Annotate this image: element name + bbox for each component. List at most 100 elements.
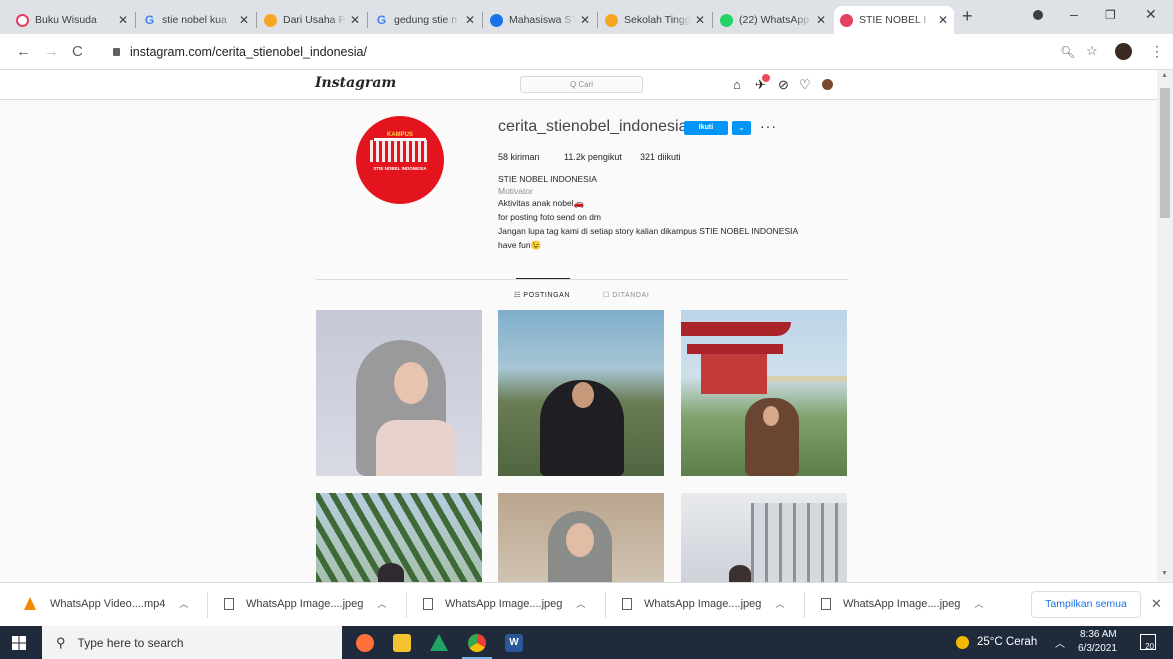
close-tab-icon[interactable]: ✕ — [695, 13, 705, 27]
notification-count: 20 — [1145, 642, 1154, 651]
person-face — [572, 382, 594, 408]
post-thumbnail[interactable] — [498, 310, 664, 476]
close-tab-icon[interactable]: ✕ — [938, 13, 948, 27]
close-window-button[interactable]: ✕ — [1145, 6, 1157, 23]
post-thumbnail[interactable] — [316, 493, 482, 582]
profile-avatar[interactable] — [1115, 43, 1132, 60]
browser-tab[interactable]: G stie nobel kua ✕ — [137, 6, 255, 34]
scrollbar-thumb[interactable] — [1160, 88, 1170, 218]
instagram-header: Instagram Q Cari ⌂ ✈ ⊘ ♡ — [0, 70, 1157, 100]
chevron-up-icon[interactable]: ︿ — [775, 597, 784, 610]
download-item[interactable]: WhatsApp Image....jpeg ︿ — [224, 597, 386, 610]
download-filename: WhatsApp Video....mp4 — [50, 597, 166, 610]
taskbar-search-box[interactable]: ⚲ Type here to search — [42, 626, 342, 659]
browser-tab[interactable]: Sekolah Tingg ✕ — [599, 6, 711, 34]
tab-title: (22) WhatsApp — [739, 14, 810, 26]
instagram-logo[interactable]: Instagram — [315, 75, 396, 91]
tab-title: Sekolah Tingg — [624, 14, 691, 26]
suggestions-dropdown-button[interactable]: ⌄ — [732, 121, 751, 135]
download-item[interactable]: WhatsApp Image....jpeg ︿ — [423, 597, 585, 610]
url-text: instagram.com/cerita_stienobel_indonesia… — [130, 45, 367, 59]
pagoda-roof — [687, 344, 783, 354]
close-downloads-icon[interactable]: ✕ — [1151, 596, 1162, 612]
tab-favicon-icon — [490, 13, 503, 27]
follow-button[interactable]: Ikuti — [684, 121, 728, 135]
explore-compass-icon[interactable]: ⊘ — [778, 77, 789, 93]
url-field[interactable]: instagram.com/cerita_stienobel_indonesia… — [105, 40, 1135, 64]
profile-avatar-small[interactable] — [822, 79, 833, 90]
chevron-up-icon[interactable]: ︿ — [974, 597, 983, 610]
profile-avatar-large[interactable]: KAMPUS STIE NOBEL INDONESIA — [356, 116, 444, 204]
tab-posts[interactable]: ☷ POSTINGAN — [514, 291, 570, 299]
show-all-downloads-button[interactable]: Tampilkan semua — [1031, 591, 1141, 618]
clock-date[interactable]: 6/3/2021 — [1078, 643, 1117, 654]
lock-icon — [113, 48, 120, 56]
post-thumbnail[interactable] — [316, 310, 482, 476]
tab-tagged[interactable]: ☐ DITANDAI — [603, 291, 649, 299]
close-tab-icon[interactable]: ✕ — [239, 13, 249, 27]
clock-time[interactable]: 8:36 AM — [1080, 629, 1117, 640]
close-tab-icon[interactable]: ✕ — [350, 13, 360, 27]
person-head — [729, 565, 751, 582]
vlc-file-icon — [24, 597, 36, 610]
page-scrollbar[interactable]: ▲ ▼ — [1157, 70, 1173, 582]
minimize-button[interactable]: – — [1070, 6, 1078, 22]
active-tab-indicator — [516, 278, 570, 279]
post-thumbnail[interactable] — [681, 310, 847, 476]
file-explorer-icon[interactable] — [393, 634, 411, 652]
direct-messages-icon[interactable]: ✈ — [755, 74, 770, 93]
restore-button[interactable]: ❐ — [1105, 8, 1116, 22]
tab-title: STIE NOBEL I — [859, 14, 927, 26]
google-drive-icon[interactable] — [430, 634, 448, 651]
browser-tab-active[interactable]: STIE NOBEL I ✕ — [834, 6, 954, 34]
chevron-up-icon[interactable]: ︿ — [377, 597, 386, 610]
close-tab-icon[interactable]: ✕ — [118, 13, 128, 27]
zoom-icon[interactable]: 🔍︎ — [1060, 45, 1075, 59]
close-tab-icon[interactable]: ✕ — [580, 13, 590, 27]
download-item[interactable]: WhatsApp Image....jpeg ︿ — [622, 597, 784, 610]
chrome-icon[interactable] — [468, 634, 486, 652]
windows-start-icon[interactable] — [12, 636, 26, 650]
close-tab-icon[interactable]: ✕ — [816, 13, 826, 27]
new-tab-button[interactable]: + — [962, 6, 973, 27]
post-thumbnail[interactable] — [498, 493, 664, 582]
home-icon[interactable]: ⌂ — [733, 77, 741, 92]
profile-username: cerita_stienobel_indonesia — [498, 118, 688, 135]
back-arrow-icon[interactable]: ← — [16, 43, 31, 60]
reload-icon[interactable]: C — [72, 43, 83, 60]
browser-tab[interactable]: Buku Wisuda ✕ — [10, 6, 134, 34]
downloads-bar: WhatsApp Video....mp4 ︿ WhatsApp Image..… — [0, 582, 1173, 626]
browser-tab[interactable]: (22) WhatsApp ✕ — [714, 6, 832, 34]
bookmark-star-icon[interactable]: ☆ — [1086, 43, 1098, 59]
notification-center-icon[interactable]: 20 — [1140, 634, 1156, 651]
close-tab-icon[interactable]: ✕ — [465, 13, 475, 27]
firefox-icon[interactable] — [356, 634, 374, 652]
post-thumbnail[interactable] — [681, 493, 847, 582]
google-icon: G — [376, 13, 387, 27]
tab-title: Dari Usaha Pe — [283, 14, 346, 26]
posts-count: 58 kiriman — [498, 152, 540, 162]
menu-kebab-icon[interactable]: ⋮ — [1150, 43, 1164, 60]
download-item[interactable]: WhatsApp Video....mp4 ︿ — [24, 597, 188, 610]
browser-tab[interactable]: Dari Usaha Pe ✕ — [258, 6, 366, 34]
more-options-icon[interactable]: ··· — [760, 118, 777, 134]
word-icon[interactable]: W — [505, 634, 523, 652]
scroll-down-arrow-icon[interactable]: ▼ — [1161, 570, 1168, 577]
activity-heart-icon[interactable]: ♡ — [799, 77, 811, 93]
following-count[interactable]: 321 diikuti — [640, 152, 681, 162]
scroll-up-arrow-icon[interactable]: ▲ — [1161, 72, 1168, 79]
browser-tab[interactable]: Mahasiswa ST ✕ — [484, 6, 596, 34]
chevron-up-icon[interactable]: ︿ — [1055, 635, 1065, 650]
bio-name: STIE NOBEL INDONESIA — [498, 174, 597, 184]
followers-count[interactable]: 11.2k pengikut — [564, 152, 622, 162]
image-file-icon — [622, 597, 632, 610]
chevron-up-icon[interactable]: ︿ — [576, 597, 585, 610]
chevron-up-icon[interactable]: ︿ — [179, 597, 188, 610]
instagram-search-input[interactable]: Q Cari — [520, 76, 643, 93]
download-item[interactable]: WhatsApp Image....jpeg ︿ — [821, 597, 983, 610]
weather-text[interactable]: 25°C Cerah — [977, 636, 1037, 648]
weather-sun-icon[interactable] — [956, 636, 969, 649]
forward-arrow-icon[interactable]: → — [44, 43, 59, 60]
browser-tab[interactable]: G gedung stie n ✕ — [369, 6, 481, 34]
profile-dot-icon[interactable] — [1033, 10, 1043, 20]
